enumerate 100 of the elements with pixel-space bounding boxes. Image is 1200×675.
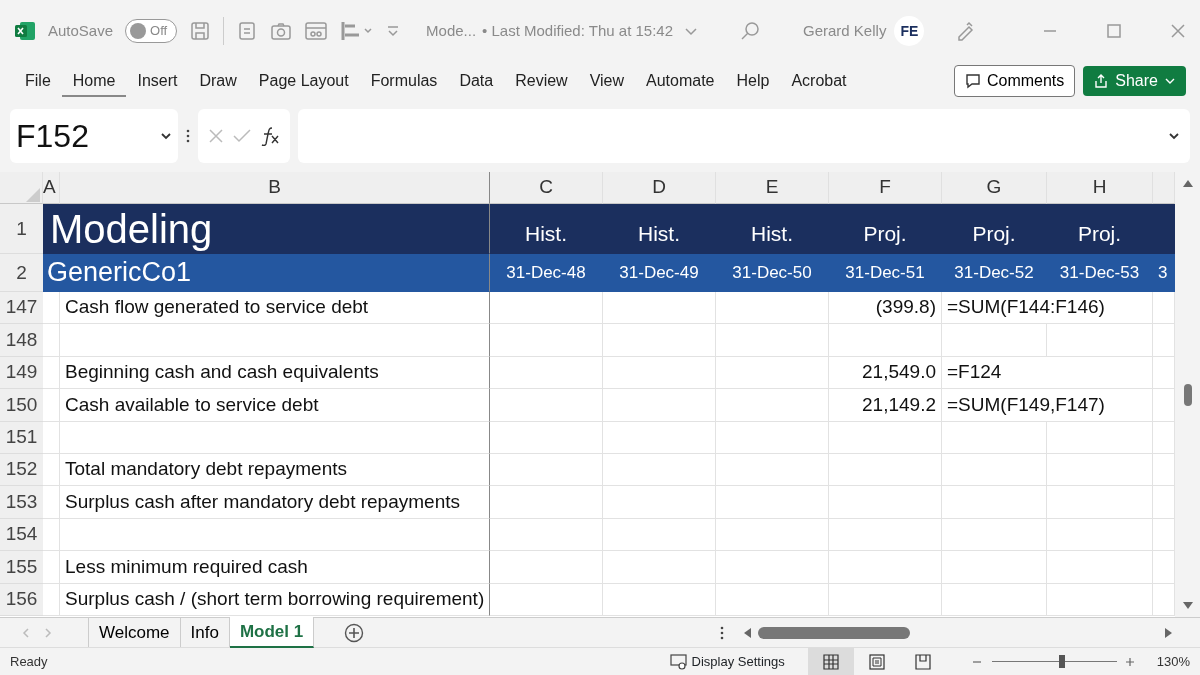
cancel-icon[interactable] bbox=[208, 128, 225, 144]
period-date: 3 bbox=[1153, 254, 1175, 292]
comments-button[interactable]: Comments bbox=[953, 65, 1076, 97]
ribbon-tab[interactable]: Help bbox=[725, 65, 781, 97]
zoom-level[interactable]: 130% bbox=[1156, 651, 1190, 672]
row-header[interactable]: 2 bbox=[0, 254, 43, 292]
form-icon[interactable] bbox=[304, 20, 329, 42]
maximize-icon[interactable] bbox=[1106, 23, 1122, 39]
row-header[interactable]: 147 bbox=[0, 292, 43, 325]
comment-icon bbox=[964, 73, 981, 89]
column-header[interactable]: H bbox=[1047, 172, 1153, 204]
ribbon-tab[interactable]: Insert bbox=[126, 65, 189, 97]
empty-cell bbox=[43, 583, 60, 616]
row-header[interactable]: 148 bbox=[0, 324, 43, 357]
ribbon-tab[interactable]: Automate bbox=[635, 65, 726, 97]
row-header[interactable]: 151 bbox=[0, 421, 43, 454]
display-settings-button[interactable]: Display Settings bbox=[668, 650, 786, 673]
select-all-corner[interactable] bbox=[0, 172, 43, 204]
customize-toolbar-icon[interactable] bbox=[386, 24, 401, 38]
previous-sheet-icon[interactable] bbox=[22, 627, 30, 638]
period-type: Hist. bbox=[716, 204, 829, 254]
column-header[interactable]: B bbox=[60, 172, 490, 204]
empty-cell bbox=[43, 486, 60, 519]
ribbon-tab[interactable]: File bbox=[14, 65, 62, 97]
cell-reference: F152 bbox=[16, 117, 89, 156]
row-label: Cash available to service debt bbox=[60, 389, 490, 422]
save-icon[interactable] bbox=[189, 20, 212, 42]
ribbon-tab[interactable]: View bbox=[578, 65, 636, 97]
row-header[interactable]: 155 bbox=[0, 551, 43, 584]
empty-cell bbox=[43, 324, 60, 357]
ribbon-tab[interactable]: Formulas bbox=[359, 65, 449, 97]
more-options-icon[interactable] bbox=[720, 625, 725, 640]
expand-icon[interactable] bbox=[1168, 130, 1180, 142]
row-header[interactable]: 156 bbox=[0, 583, 43, 616]
autosave-label: AutoSave bbox=[48, 20, 114, 41]
column-header[interactable]: D bbox=[603, 172, 716, 204]
scroll-left-icon[interactable] bbox=[742, 626, 753, 639]
select-all-triangle-icon[interactable] bbox=[26, 187, 40, 202]
cell-value: =F124 bbox=[942, 356, 1153, 390]
normal-view-icon bbox=[821, 652, 840, 671]
more-options-icon[interactable] bbox=[186, 129, 190, 143]
camera-icon[interactable] bbox=[270, 20, 293, 42]
last-modified-text: • Last Modified: Thu at 15:42 bbox=[482, 20, 673, 41]
ribbon-tab[interactable]: Acrobat bbox=[780, 65, 858, 97]
row-header[interactable]: 154 bbox=[0, 518, 43, 552]
ribbon-tab[interactable]: Data bbox=[448, 65, 505, 97]
row-header[interactable]: 150 bbox=[0, 389, 43, 422]
search-icon[interactable] bbox=[739, 20, 761, 42]
close-icon[interactable] bbox=[1170, 23, 1186, 39]
autosave-toggle[interactable]: Off bbox=[125, 19, 178, 43]
period-date: 31-Dec-50 bbox=[716, 254, 829, 292]
monitor-gear-icon bbox=[669, 653, 688, 670]
scrollbar-thumb[interactable] bbox=[758, 626, 911, 639]
row-header[interactable]: 152 bbox=[0, 453, 43, 487]
empty-cell bbox=[43, 292, 60, 325]
excel-logo-icon bbox=[14, 21, 36, 41]
share-button[interactable]: Share bbox=[1083, 66, 1186, 96]
period-date: 31-Dec-49 bbox=[603, 254, 716, 292]
row-header[interactable]: 149 bbox=[0, 356, 43, 390]
cell-value: =SUM(F149,F147) bbox=[942, 389, 1153, 422]
sheet-tab[interactable]: Info bbox=[180, 617, 230, 648]
cell-value: (399.8) bbox=[829, 292, 942, 325]
ribbon-tab[interactable]: Draw bbox=[188, 65, 248, 97]
scrollbar-thumb[interactable] bbox=[1183, 383, 1192, 406]
row-label: Less minimum required cash bbox=[60, 551, 490, 584]
scroll-down-icon[interactable] bbox=[1181, 601, 1194, 611]
checkmark-icon[interactable] bbox=[233, 128, 251, 144]
column-header[interactable]: G bbox=[942, 172, 1047, 204]
empty-cell bbox=[43, 518, 60, 552]
next-sheet-icon[interactable] bbox=[44, 627, 52, 638]
add-sheet-icon[interactable] bbox=[344, 622, 365, 643]
column-header[interactable]: A bbox=[43, 172, 60, 204]
empty-cell bbox=[43, 453, 60, 487]
sheet-tab[interactable]: Model 1 bbox=[229, 616, 315, 649]
formula-input[interactable] bbox=[298, 109, 1190, 163]
column-header[interactable]: E bbox=[716, 172, 829, 204]
ribbon-tab[interactable]: Home bbox=[61, 65, 127, 97]
empty-cell bbox=[43, 356, 60, 390]
zoom-in-icon[interactable] bbox=[1124, 656, 1135, 667]
user-name: Gerard Kelly bbox=[803, 20, 887, 41]
insert-function-icon[interactable] bbox=[259, 126, 280, 146]
empty-cell bbox=[43, 551, 60, 584]
sheet-tab[interactable]: Welcome bbox=[88, 617, 181, 648]
scroll-up-icon[interactable] bbox=[1181, 178, 1194, 188]
share-icon bbox=[1093, 73, 1110, 89]
status-text: Ready bbox=[10, 652, 48, 671]
empty-cell bbox=[43, 421, 60, 454]
ribbon-tab[interactable]: Review bbox=[504, 65, 579, 97]
row-header[interactable]: 153 bbox=[0, 486, 43, 519]
user-avatar[interactable]: FE bbox=[894, 16, 925, 46]
row-header[interactable]: 1 bbox=[0, 204, 43, 254]
page-layout-view-icon bbox=[867, 652, 886, 671]
period-type: Hist. bbox=[603, 204, 716, 254]
column-header[interactable]: F bbox=[829, 172, 942, 204]
align-icon[interactable] bbox=[340, 20, 375, 42]
chevron-down-icon[interactable] bbox=[160, 130, 172, 142]
view-button[interactable] bbox=[807, 647, 854, 675]
column-header[interactable]: C bbox=[490, 172, 603, 204]
name-box[interactable]: F152 bbox=[10, 109, 178, 163]
ribbon-tab[interactable]: Page Layout bbox=[247, 65, 360, 97]
